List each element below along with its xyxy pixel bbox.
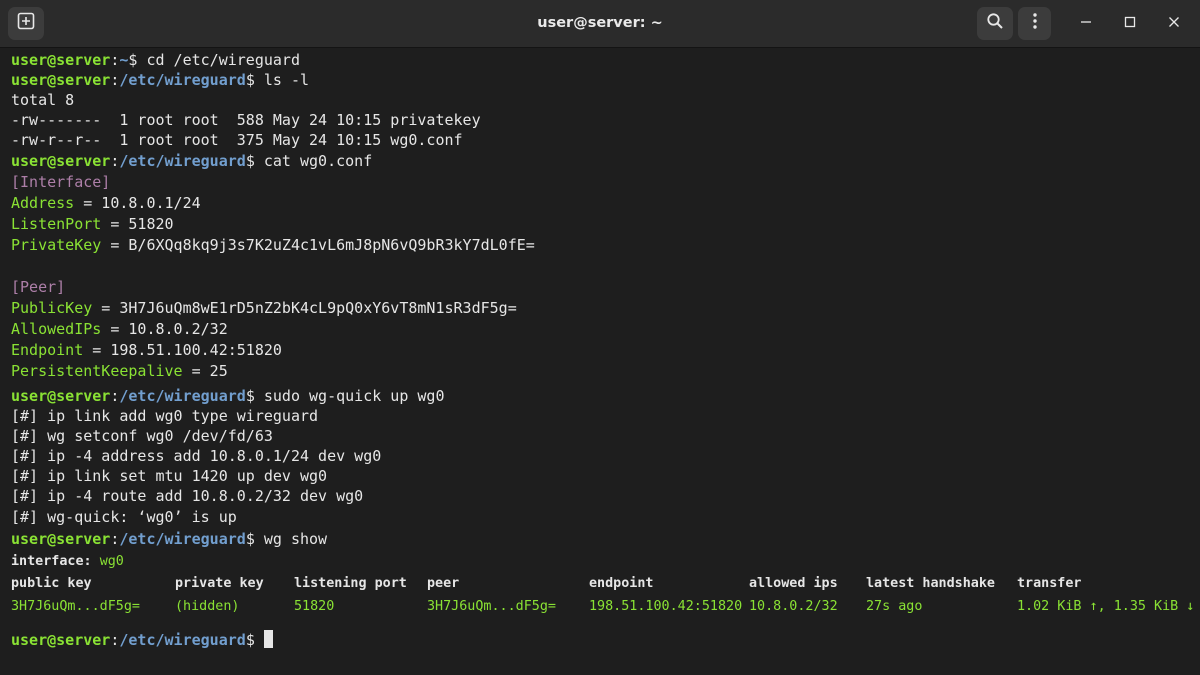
prompt-line: user@server:/etc/wireguard$ ls -l — [11, 71, 310, 89]
close-icon — [1168, 15, 1180, 33]
menu-button[interactable] — [1018, 7, 1051, 40]
wg-column-header: private key — [175, 576, 264, 591]
output-line: total 8 — [11, 91, 75, 109]
wg-column-header: allowed ips — [749, 576, 838, 591]
config-line: PublicKey = 3H7J6uQm8wE1rD5nZ2bK4cL9pQ0x… — [11, 299, 517, 317]
maximize-button[interactable] — [1115, 9, 1145, 39]
maximize-icon — [1124, 15, 1136, 33]
output-line: [#] wg-quick: ‘wg0’ is up — [11, 508, 237, 526]
wg-cell: 198.51.100.42:51820 — [589, 599, 743, 614]
minimize-button[interactable] — [1071, 9, 1101, 39]
config-section-header: [Peer] — [11, 278, 66, 296]
prompt-user: user@server — [11, 71, 111, 89]
output-line: [#] ip -4 address add 10.8.0.1/24 dev wg… — [11, 447, 382, 465]
output-line: [#] wg setconf wg0 /dev/fd/63 — [11, 427, 273, 445]
prompt-user: user@server — [11, 387, 111, 405]
prompt-line: user@server:/etc/wireguard$ sudo wg-quic… — [11, 387, 445, 405]
config-line: PrivateKey = B/6XQq8kq9j3s7K2uZ4c1vL6mJ8… — [11, 236, 535, 254]
prompt-line: user@server:/etc/wireguard$ cat wg0.conf — [11, 152, 373, 170]
wg-column-header: peer — [427, 576, 460, 591]
prompt-line: user@server:/etc/wireguard$ — [11, 630, 273, 650]
config-line: ListenPort = 51820 — [11, 215, 174, 233]
prompt-line: user@server:~$ cd /etc/wireguard — [11, 51, 300, 69]
output-line: -rw-r--r-- 1 root root 375 May 24 10:15 … — [11, 131, 463, 149]
wg-column-header: listening port — [294, 576, 407, 591]
command-text: wg show — [263, 530, 328, 548]
prompt-line: user@server:/etc/wireguard$ wg show — [11, 530, 328, 548]
wg-cell: 27s ago — [866, 599, 923, 614]
config-line: Address = 10.8.0.1/24 — [11, 194, 201, 212]
command-text: cd /etc/wireguard — [146, 51, 300, 69]
prompt-user: user@server — [11, 152, 111, 170]
search-button[interactable] — [977, 7, 1013, 40]
command-text: cat wg0.conf — [263, 152, 373, 170]
close-button[interactable] — [1159, 9, 1189, 39]
output-line: -rw------- 1 root root 588 May 24 10:15 … — [11, 111, 481, 129]
config-line: Endpoint = 198.51.100.42:51820 — [11, 341, 282, 359]
command-text: sudo wg-quick up wg0 — [263, 387, 445, 405]
command-text: ls -l — [263, 71, 310, 89]
wg-cell: 1.02 KiB ↑, 1.35 KiB ↓ — [1017, 599, 1195, 614]
prompt-user: user@server — [11, 530, 111, 548]
wg-column-header: latest handshake — [866, 576, 995, 591]
menu-icon — [1032, 12, 1038, 35]
terminal-output[interactable]: user@server:~$ cd /etc/wireguard user@se… — [0, 48, 1200, 675]
wg-cell: 51820 — [294, 599, 335, 614]
search-icon — [986, 12, 1004, 35]
wg-interface-line: interface: wg0 — [11, 554, 124, 569]
prompt-path: /etc/wireguard — [119, 152, 246, 170]
config-line: AllowedIPs = 10.8.0.2/32 — [11, 320, 228, 338]
text-cursor — [263, 630, 273, 648]
wg-cell: 10.8.0.2/32 — [749, 599, 838, 614]
prompt-path: /etc/wireguard — [119, 530, 246, 548]
terminal-window: user@server: ~ user@server:~$ cd /etc/wi… — [0, 0, 1200, 675]
title-bar: user@server: ~ — [0, 0, 1200, 48]
prompt-path: /etc/wireguard — [119, 387, 246, 405]
prompt-path: /etc/wireguard — [119, 71, 246, 89]
wg-cell: 3H7J6uQm...dF5g= — [11, 599, 140, 614]
prompt-user: user@server — [11, 51, 111, 69]
output-line: [#] ip link add wg0 type wireguard — [11, 407, 319, 425]
prompt-path: /etc/wireguard — [119, 631, 246, 649]
new-tab-icon — [17, 12, 35, 35]
wg-column-header: endpoint — [589, 576, 654, 591]
output-line: [#] ip -4 route add 10.8.0.2/32 dev wg0 — [11, 487, 364, 505]
config-line: PersistentKeepalive = 25 — [11, 362, 228, 380]
wg-column-header: public key — [11, 576, 92, 591]
prompt-user: user@server — [11, 631, 111, 649]
wg-cell: 3H7J6uQm...dF5g= — [427, 599, 556, 614]
wg-column-header: transfer — [1017, 576, 1082, 591]
wg-cell: (hidden) — [175, 599, 240, 614]
config-section-header: [Interface] — [11, 173, 111, 191]
output-line: [#] ip link set mtu 1420 up dev wg0 — [11, 467, 328, 485]
new-tab-button[interactable] — [8, 7, 44, 40]
minimize-icon — [1080, 15, 1092, 33]
